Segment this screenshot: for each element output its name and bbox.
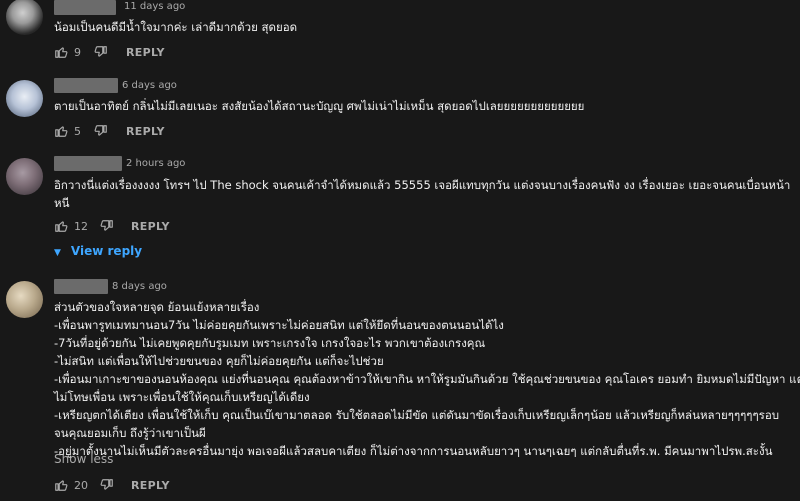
view-reply-button[interactable]: ▼ View reply [54, 244, 142, 258]
thumbs-up-icon[interactable] [54, 478, 68, 492]
comment-timestamp[interactable]: 6 days ago [122, 80, 177, 91]
avatar[interactable] [6, 80, 43, 117]
comment-line: ไม่โทษเพื่อน เพราะเพื่อนใช้ให้คุณเก็บเหร… [54, 390, 310, 404]
view-reply-label: View reply [70, 244, 143, 258]
like-count: 12 [74, 220, 88, 233]
comment-line: ตายเป็นอาทิตย์ กลิ่นไม่มีเลยเนอะ สงสัยน้… [54, 99, 585, 113]
thumbs-down-icon[interactable] [94, 124, 108, 138]
comment-line: ส่วนตัวของใจหลายจุด ย้อนแย้งหลายเรื่อง [54, 300, 260, 314]
thumbs-up-icon[interactable] [54, 219, 68, 233]
comment-line: -7วันที่อยู่ด้วยกัน ไม่เคยพูดคุยกับรูมเม… [54, 336, 486, 350]
comment-timestamp[interactable]: 2 hours ago [126, 158, 185, 169]
comment-timestamp[interactable]: 8 days ago [112, 281, 167, 292]
like-count: 5 [74, 125, 81, 138]
comment-text: ตายเป็นอาทิตย์ กลิ่นไม่มีเลยเนอะ สงสัยน้… [54, 97, 584, 115]
show-less-button[interactable]: Show less [54, 452, 113, 466]
like-count: 20 [74, 479, 88, 492]
author-name-redacted[interactable] [54, 0, 116, 15]
author-name-redacted[interactable] [54, 279, 108, 294]
comment-text: อิกวางนี่แต่งเรื่องงงงง โทรฯ ไป The shoc… [54, 176, 790, 212]
thumbs-down-icon[interactable] [100, 219, 114, 233]
reply-button[interactable]: REPLY [131, 220, 170, 233]
comment-line: น้อมเป็นคนดีมีน้ำใจมากค่ะ เล่าดีมากด้วย … [54, 20, 298, 34]
reply-button[interactable]: REPLY [131, 479, 170, 492]
reply-button[interactable]: REPLY [126, 46, 165, 59]
like-count: 9 [74, 46, 81, 59]
comment-timestamp[interactable]: 11 days ago [124, 1, 185, 12]
thumbs-up-icon[interactable] [54, 124, 68, 138]
caret-down-icon: ▼ [54, 248, 61, 258]
comment-line: -เพื่อนมาเกาะขาของนอนห้องคุณ แย่งที่นอนค… [54, 372, 800, 386]
thumbs-down-icon[interactable] [94, 45, 108, 59]
author-name-redacted[interactable] [54, 78, 118, 93]
thumbs-down-icon[interactable] [100, 478, 114, 492]
comment-line: -ไม่สนิท แต่เพื่อนให้ไปช่วยขนของ คุยก็ไม… [54, 354, 384, 368]
comment-line: -อยู่มาตั้งนานไม่เห็นมีตัวละครอื่นมายุ่ง… [54, 444, 773, 458]
avatar[interactable] [6, 158, 43, 195]
comment-line: -เหรียญตกได้เตียง เพื่อนใช้ให้เก็บ คุณเป… [54, 408, 780, 422]
comment-line: อิกวางนี่แต่งเรื่องงงงง โทรฯ ไป The shoc… [54, 178, 791, 192]
comment-text: ส่วนตัวของใจหลายจุด ย้อนแย้งหลายเรื่อง -… [54, 298, 800, 460]
comment-line: จนคุณยอมเก็บ ถึงรู้ว่าเขาเป็นผี [54, 426, 206, 440]
avatar[interactable] [6, 0, 43, 35]
comment-line: -เพื่อนพารูทเมทมานอน7วัน ไม่ค่อยคุยกันเพ… [54, 318, 504, 332]
reply-button[interactable]: REPLY [126, 125, 165, 138]
comment-line: หนี [54, 196, 70, 210]
author-name-redacted[interactable] [54, 156, 122, 171]
thumbs-up-icon[interactable] [54, 45, 68, 59]
avatar[interactable] [6, 281, 43, 318]
comment-text: น้อมเป็นคนดีมีน้ำใจมากค่ะ เล่าดีมากด้วย … [54, 18, 297, 36]
